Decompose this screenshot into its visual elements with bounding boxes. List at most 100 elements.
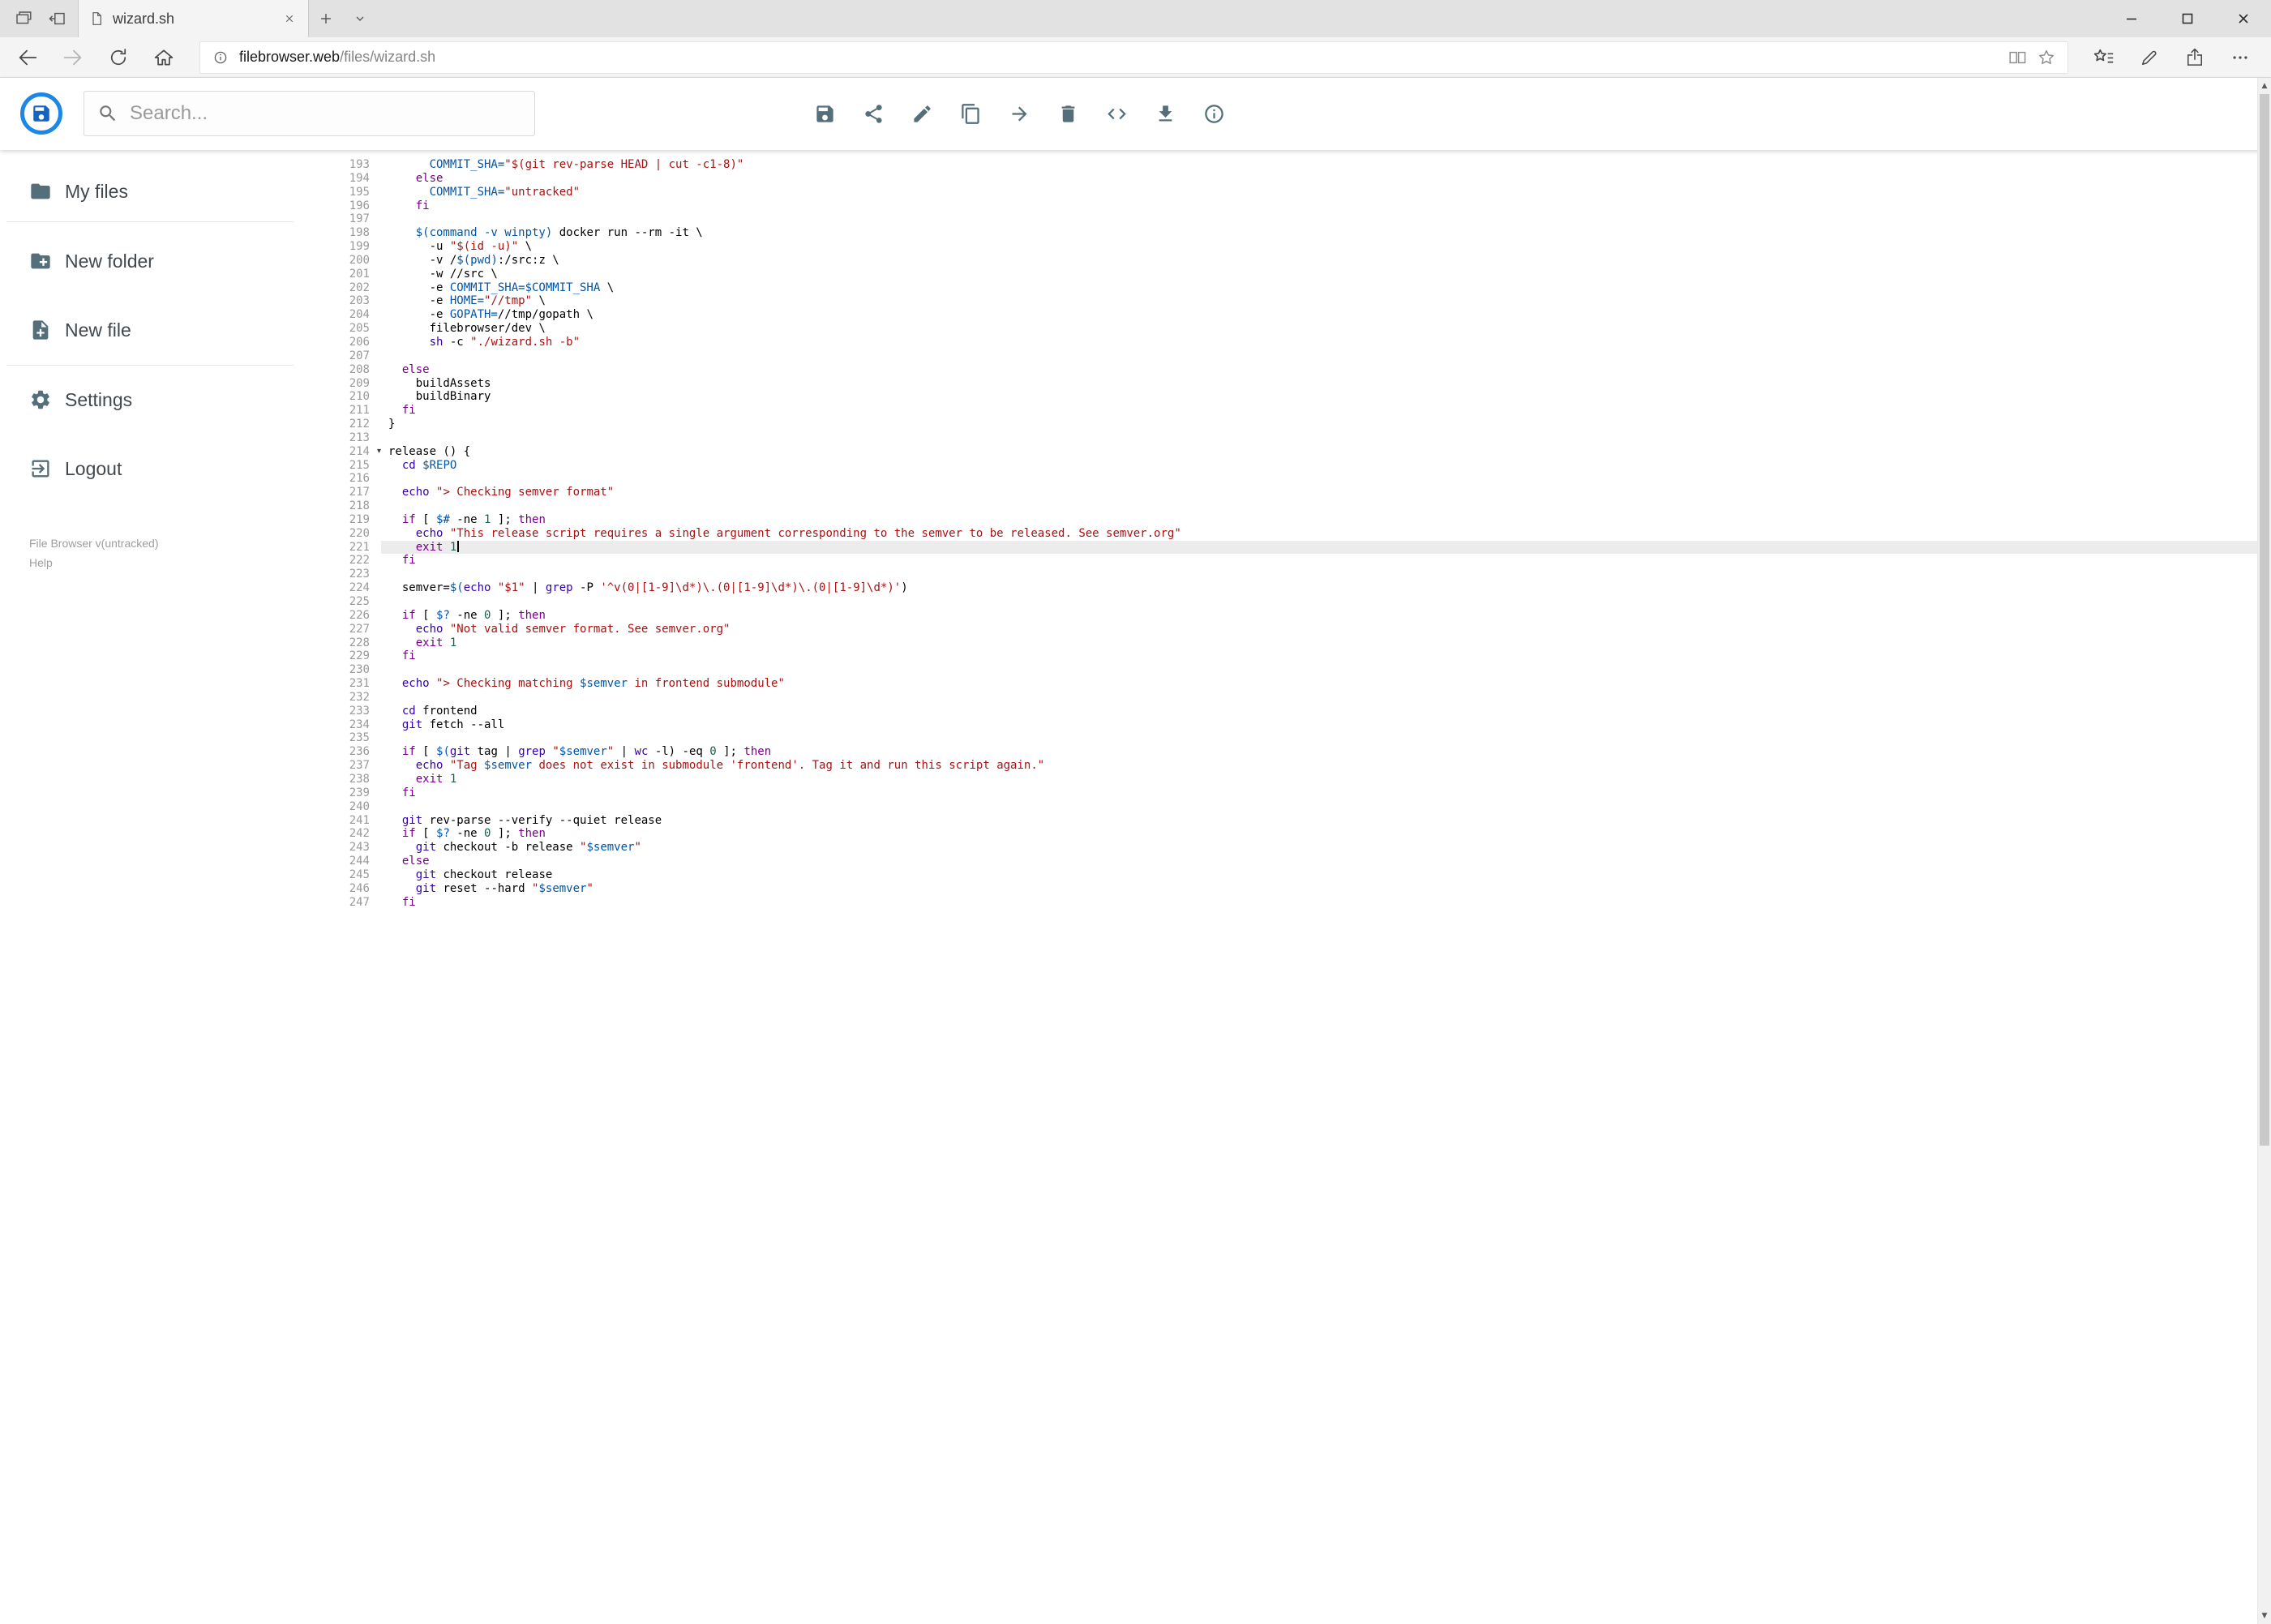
code-line[interactable]: 231 echo "> Checking matching $semver in…: [341, 677, 2257, 691]
code-line[interactable]: 197: [341, 212, 2257, 226]
code-line[interactable]: 244 else: [341, 855, 2257, 868]
code-line[interactable]: 202 -e COMMIT_SHA=$COMMIT_SHA \: [341, 281, 2257, 295]
site-info-icon[interactable]: [212, 49, 229, 66]
code-line[interactable]: 233 cd frontend: [341, 705, 2257, 718]
code-line[interactable]: 239 fi: [341, 786, 2257, 800]
code-line[interactable]: 200 -v /$(pwd):/src:z \: [341, 254, 2257, 268]
code-line[interactable]: 226 if [ $? -ne 0 ]; then: [341, 609, 2257, 623]
code-line[interactable]: 223: [341, 568, 2257, 581]
code-line[interactable]: 242 if [ $? -ne 0 ]; then: [341, 827, 2257, 841]
code-line[interactable]: 219 if [ $# -ne 1 ]; then: [341, 513, 2257, 527]
code-line[interactable]: 194 else: [341, 172, 2257, 186]
code-line[interactable]: 246 git reset --hard "$semver": [341, 882, 2257, 896]
back-button[interactable]: [5, 37, 50, 78]
share-page-button[interactable]: [2172, 37, 2217, 78]
code-line[interactable]: 204 -e GOPATH=//tmp/gopath \: [341, 308, 2257, 322]
code-line[interactable]: 238 exit 1: [341, 773, 2257, 786]
code-line[interactable]: 214 ▾ release () {: [341, 445, 2257, 459]
scrollbar-thumb[interactable]: [2260, 94, 2269, 1146]
fold-arrow-icon[interactable]: ▾: [377, 447, 381, 456]
show-tab-previews-button[interactable]: [343, 0, 377, 37]
code-line[interactable]: 232: [341, 691, 2257, 705]
code-line[interactable]: 218: [341, 499, 2257, 513]
code-line[interactable]: 206 sh -c "./wizard.sh -b": [341, 336, 2257, 349]
code-line[interactable]: 235: [341, 731, 2257, 745]
reading-view-icon[interactable]: [2007, 48, 2027, 67]
code-line[interactable]: 201 -w //src \: [341, 268, 2257, 281]
close-window-button[interactable]: [2215, 0, 2271, 37]
new-tab-button[interactable]: [309, 0, 343, 37]
code-line[interactable]: 228 exit 1: [341, 636, 2257, 650]
code-line[interactable]: 212}: [341, 418, 2257, 431]
code-line[interactable]: 237 echo "Tag $semver does not exist in …: [341, 759, 2257, 773]
code-line[interactable]: 196 fi: [341, 199, 2257, 213]
code-line[interactable]: 211 fi: [341, 404, 2257, 418]
code-line[interactable]: 234 git fetch --all: [341, 718, 2257, 732]
code-line[interactable]: 241 git rev-parse --verify --quiet relea…: [341, 814, 2257, 828]
code-line[interactable]: 209 buildAssets: [341, 377, 2257, 391]
code-line[interactable]: 222 fi: [341, 554, 2257, 568]
address-bar[interactable]: filebrowser.web/files/wizard.sh: [199, 41, 2068, 74]
code-line[interactable]: 230: [341, 663, 2257, 677]
code-line[interactable]: 227 echo "Not valid semver format. See s…: [341, 623, 2257, 636]
code-line[interactable]: 243 git checkout -b release "$semver": [341, 841, 2257, 855]
code-line[interactable]: 217 echo "> Checking semver format": [341, 486, 2257, 499]
search-box[interactable]: [84, 91, 535, 136]
code-line[interactable]: 203 -e HOME="//tmp" \: [341, 294, 2257, 308]
code-line[interactable]: 215 cd $REPO: [341, 459, 2257, 473]
code-line[interactable]: 213: [341, 431, 2257, 445]
code-line[interactable]: 221 exit 1: [341, 540, 2257, 555]
share-button[interactable]: [855, 96, 891, 132]
code-editor[interactable]: 193 COMMIT_SHA="$(git rev-parse HEAD | c…: [341, 150, 2257, 1624]
tabs-set-aside-button[interactable]: [6, 0, 41, 37]
move-button[interactable]: [1001, 96, 1037, 132]
raw-code-button[interactable]: [1099, 96, 1134, 132]
code-line[interactable]: 208 else: [341, 363, 2257, 377]
code-line[interactable]: 224 semver=$(echo "$1" | grep -P '^v(0|[…: [341, 581, 2257, 595]
code-line[interactable]: 236 if [ $(git tag | grep "$semver" | wc…: [341, 745, 2257, 759]
favorites-hub-button[interactable]: [2081, 37, 2127, 78]
help-link[interactable]: Help: [29, 553, 159, 572]
web-note-button[interactable]: [2127, 37, 2172, 78]
code-line[interactable]: 247 fi: [341, 896, 2257, 910]
code-line[interactable]: 195 COMMIT_SHA="untracked": [341, 186, 2257, 199]
code-line[interactable]: 225: [341, 595, 2257, 609]
app-logo[interactable]: [20, 92, 62, 135]
code-line[interactable]: 210 buildBinary: [341, 390, 2257, 404]
favorite-star-icon[interactable]: [2037, 48, 2056, 67]
download-button[interactable]: [1147, 96, 1183, 132]
close-tab-button[interactable]: [281, 10, 298, 28]
sidebar-item-my-files[interactable]: My files: [0, 167, 341, 216]
sidebar-item-new-folder[interactable]: New folder: [0, 237, 341, 285]
code-line[interactable]: 198 $(command -v winpty) docker run --rm…: [341, 226, 2257, 240]
sidebar-item-settings[interactable]: Settings: [0, 375, 341, 424]
code-line[interactable]: 229 fi: [341, 649, 2257, 663]
maximize-button[interactable]: [2159, 0, 2215, 37]
minimize-button[interactable]: [2103, 0, 2159, 37]
code-line[interactable]: 205 filebrowser/dev \: [341, 322, 2257, 336]
scroll-up-arrow-icon[interactable]: ▲: [2258, 78, 2271, 94]
page-scrollbar[interactable]: ▲ ▼: [2257, 78, 2271, 1624]
info-button[interactable]: [1196, 96, 1232, 132]
copy-button[interactable]: [953, 96, 988, 132]
code-line[interactable]: 220 echo "This release script requires a…: [341, 527, 2257, 541]
code-line[interactable]: 199 -u "$(id -u)" \: [341, 240, 2257, 254]
set-tabs-aside-button[interactable]: [41, 0, 75, 37]
code-line[interactable]: 245 git checkout release: [341, 868, 2257, 882]
more-options-button[interactable]: [2217, 37, 2263, 78]
code-line[interactable]: 193 COMMIT_SHA="$(git rev-parse HEAD | c…: [341, 158, 2257, 172]
sidebar-item-logout[interactable]: Logout: [0, 444, 341, 493]
refresh-button[interactable]: [96, 37, 141, 78]
rename-button[interactable]: [904, 96, 940, 132]
home-button[interactable]: [141, 37, 186, 78]
code-line[interactable]: 216: [341, 472, 2257, 486]
search-input[interactable]: [130, 102, 521, 125]
save-button[interactable]: [807, 96, 842, 132]
scroll-down-arrow-icon[interactable]: ▼: [2258, 1608, 2271, 1624]
browser-tab[interactable]: wizard.sh: [78, 0, 309, 37]
delete-button[interactable]: [1050, 96, 1086, 132]
code-line[interactable]: 240: [341, 800, 2257, 814]
code-line[interactable]: 207: [341, 349, 2257, 363]
sidebar-item-new-file[interactable]: New file: [0, 306, 341, 354]
forward-button[interactable]: [50, 37, 96, 78]
